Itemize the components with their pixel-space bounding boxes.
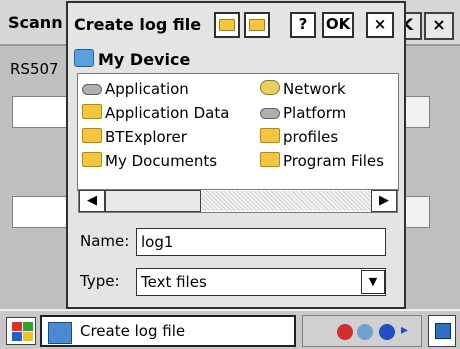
type-value: Text files bbox=[141, 273, 207, 291]
list-item-label: BTExplorer bbox=[105, 128, 187, 146]
file-list[interactable]: Application Application Data BTExplorer … bbox=[77, 73, 399, 191]
background-title: Scann bbox=[8, 13, 63, 32]
location-breadcrumb[interactable]: My Device bbox=[74, 49, 190, 69]
chevron-down-icon: ▼ bbox=[368, 275, 378, 288]
windows-logo-part bbox=[23, 332, 33, 341]
list-item-label: Application Data bbox=[105, 104, 230, 122]
task-label: Create log file bbox=[80, 322, 186, 340]
dialog-titlebar: Create log file ? OK × bbox=[68, 3, 404, 45]
arrow-right-icon: ▶ bbox=[379, 193, 389, 208]
list-item-label: Network bbox=[283, 80, 346, 98]
folder-icon bbox=[82, 152, 102, 167]
list-item[interactable]: Program Files bbox=[260, 152, 398, 170]
app-icon bbox=[48, 322, 72, 344]
folder-icon bbox=[82, 128, 102, 143]
arrow-left-icon: ◀ bbox=[87, 193, 97, 208]
folder-icon bbox=[260, 128, 280, 143]
windows-logo-icon bbox=[12, 322, 22, 331]
type-dropdown-button[interactable]: ▼ bbox=[361, 270, 385, 294]
tray-expand-icon[interactable]: ▸ bbox=[401, 322, 408, 338]
close-button[interactable]: × bbox=[366, 12, 394, 38]
up-folder-icon bbox=[219, 19, 235, 31]
up-folder-button[interactable] bbox=[214, 12, 240, 38]
scroll-thumb[interactable] bbox=[105, 190, 201, 212]
list-item[interactable]: BTExplorer bbox=[82, 128, 187, 146]
start-button[interactable] bbox=[6, 317, 36, 345]
list-item[interactable]: Application bbox=[82, 80, 189, 98]
ok-button[interactable]: OK bbox=[322, 12, 354, 38]
list-item[interactable]: profiles bbox=[260, 128, 338, 146]
bluetooth-icon[interactable] bbox=[379, 324, 395, 340]
drive-icon bbox=[82, 84, 102, 95]
list-item-label: Platform bbox=[283, 104, 347, 122]
new-folder-icon bbox=[249, 19, 265, 31]
connection-icon[interactable] bbox=[337, 324, 353, 340]
type-label: Type: bbox=[80, 272, 120, 290]
taskbar-task-create-log[interactable]: Create log file bbox=[40, 315, 296, 347]
type-select[interactable]: Text files ▼ bbox=[136, 268, 386, 296]
system-tray: ▸ bbox=[302, 315, 422, 347]
name-field[interactable]: log1 bbox=[136, 228, 386, 256]
background-subtext: RS507 bbox=[10, 60, 59, 78]
list-item-label: Application bbox=[105, 80, 189, 98]
scroll-left-button[interactable]: ◀ bbox=[79, 190, 105, 212]
help-button[interactable]: ? bbox=[290, 12, 316, 38]
horizontal-scrollbar[interactable]: ◀ ▶ bbox=[78, 189, 398, 213]
list-item[interactable]: Application Data bbox=[82, 104, 229, 122]
background-close-button[interactable]: × bbox=[424, 12, 454, 40]
new-folder-button[interactable] bbox=[244, 12, 270, 38]
list-item-label: My Documents bbox=[105, 152, 218, 170]
scroll-right-button[interactable]: ▶ bbox=[371, 190, 397, 212]
list-item[interactable]: Network bbox=[260, 80, 346, 98]
windows-logo-part bbox=[12, 332, 22, 341]
network-status-icon[interactable] bbox=[357, 324, 373, 340]
list-item-label: profiles bbox=[283, 128, 339, 146]
scroll-track[interactable] bbox=[201, 191, 371, 211]
dialog-title: Create log file bbox=[74, 15, 202, 34]
show-desktop-button[interactable] bbox=[428, 315, 456, 347]
list-item[interactable]: Platform bbox=[260, 104, 346, 122]
windows-logo-part bbox=[23, 322, 33, 331]
list-item-label: Program Files bbox=[283, 152, 384, 170]
drive-icon bbox=[260, 108, 280, 119]
taskbar: Create log file ▸ bbox=[0, 309, 460, 349]
desktop-icon bbox=[435, 323, 451, 339]
name-label: Name: bbox=[80, 232, 130, 250]
list-item[interactable]: My Documents bbox=[82, 152, 217, 170]
folder-icon bbox=[260, 152, 280, 167]
my-device-icon bbox=[74, 49, 94, 67]
location-label: My Device bbox=[98, 50, 191, 69]
network-icon bbox=[260, 80, 280, 95]
create-log-dialog: Create log file ? OK × My Device Applica… bbox=[66, 1, 406, 309]
folder-icon bbox=[82, 104, 102, 119]
